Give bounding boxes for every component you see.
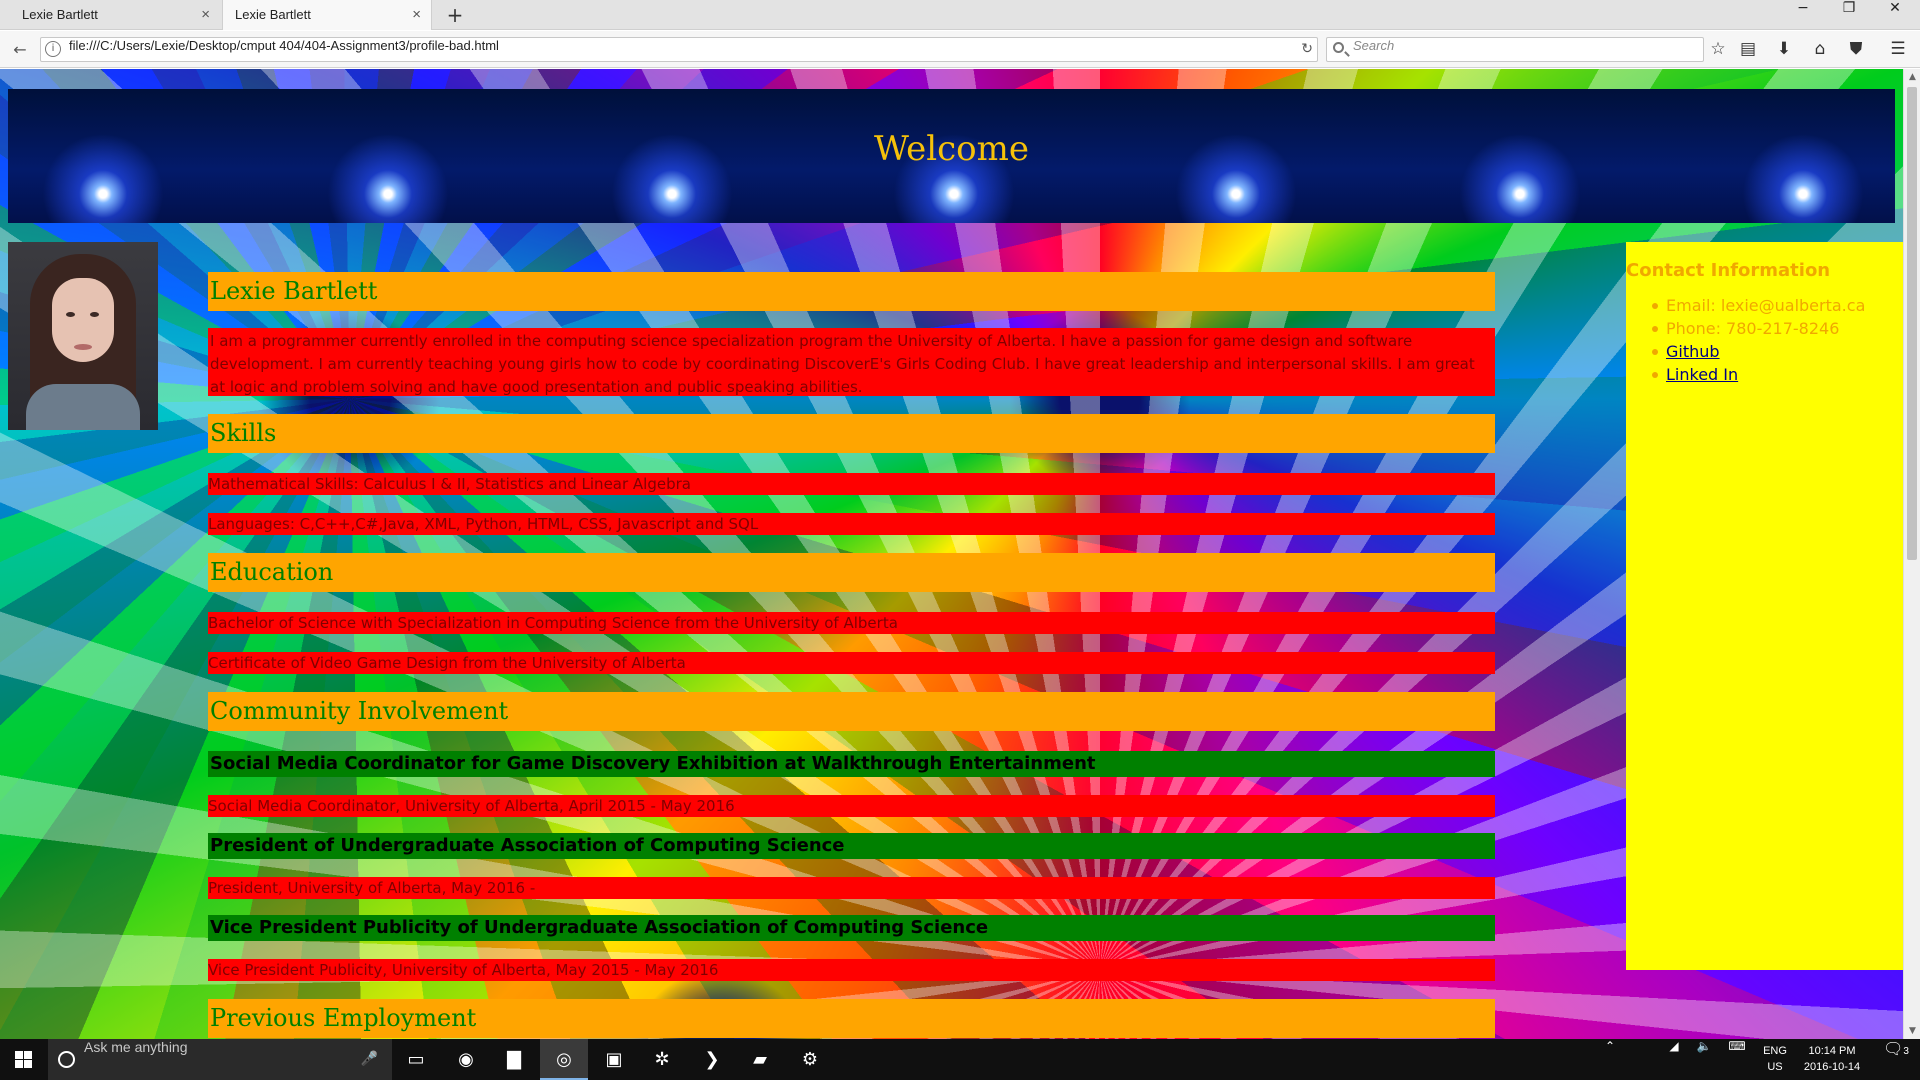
- education-heading: Education: [208, 553, 1495, 592]
- volume-icon[interactable]: 🔈: [1690, 1039, 1718, 1080]
- vertical-scrollbar[interactable]: ▲ ▼: [1903, 69, 1920, 1039]
- bio-paragraph: I am a programmer currently enrolled in …: [208, 328, 1495, 396]
- page-viewport: Welcome Lexie Bartlett I am a programmer…: [0, 69, 1903, 1039]
- file-explorer-icon[interactable]: ▇: [490, 1039, 538, 1080]
- github-link[interactable]: Github: [1666, 342, 1720, 361]
- windows-logo-icon: [15, 1051, 23, 1059]
- job-title: Social Media Coordinator for Game Discov…: [208, 751, 1495, 777]
- url-text[interactable]: file:///C:/Users/Lexie/Desktop/cmput 404…: [69, 38, 499, 53]
- education-item: Bachelor of Science with Specialization …: [208, 612, 1495, 634]
- cortana-placeholder[interactable]: Ask me anything: [84, 1039, 188, 1055]
- community-heading: Community Involvement: [208, 692, 1495, 731]
- app-icon[interactable]: ✲: [638, 1039, 686, 1080]
- notification-count: 3: [1903, 1046, 1909, 1057]
- scroll-thumb[interactable]: [1907, 87, 1917, 560]
- back-arrow-icon[interactable]: ←: [6, 31, 34, 68]
- app-icon[interactable]: ▣: [590, 1039, 638, 1080]
- show-hidden-icons-icon[interactable]: ⌃: [1596, 1039, 1624, 1080]
- profile-main-content: Lexie Bartlett I am a programmer current…: [208, 272, 1495, 1038]
- education-item: Certificate of Video Game Design from th…: [208, 652, 1495, 674]
- job-detail: Social Media Coordinator, University of …: [208, 795, 1495, 817]
- maximize-button[interactable]: ❐: [1826, 0, 1872, 30]
- clock-time: 10:14 PM: [1808, 1045, 1856, 1057]
- microphone-icon[interactable]: 🎤: [361, 1039, 378, 1080]
- search-placeholder[interactable]: Search: [1353, 38, 1394, 53]
- skill-item: Mathematical Skills: Calculus I & II, St…: [208, 473, 1495, 495]
- linkedin-link[interactable]: Linked In: [1666, 365, 1738, 384]
- search-icon: [1333, 42, 1344, 53]
- download-icon[interactable]: ⬇: [1766, 31, 1802, 68]
- contact-linkedin: Linked In: [1651, 363, 1865, 386]
- job-title: Vice President Publicity of Undergraduat…: [208, 915, 1495, 941]
- cortana-icon: [58, 1051, 75, 1068]
- tab-lexie-bartlett-1[interactable]: Lexie Bartlett ×: [10, 0, 220, 30]
- tab-lexie-bartlett-2[interactable]: Lexie Bartlett ×: [222, 0, 432, 30]
- keyboard-icon[interactable]: ⌨: [1720, 1039, 1754, 1080]
- welcome-banner: Welcome: [8, 89, 1895, 223]
- reload-icon[interactable]: ↻: [1301, 38, 1313, 61]
- chrome-icon[interactable]: ◉: [442, 1039, 490, 1080]
- search-bar[interactable]: Search: [1326, 37, 1704, 62]
- network-icon[interactable]: ◢: [1660, 1039, 1688, 1080]
- firefox-icon[interactable]: ◎: [540, 1039, 588, 1080]
- pocket-icon[interactable]: ⛊: [1838, 31, 1874, 68]
- scroll-down-arrow-icon[interactable]: ▼: [1904, 1023, 1920, 1039]
- name-heading: Lexie Bartlett: [208, 272, 1495, 311]
- job-title: President of Undergraduate Association o…: [208, 833, 1495, 859]
- contact-github: Github: [1651, 340, 1865, 363]
- tab-title: Lexie Bartlett: [235, 7, 311, 22]
- close-tab-icon[interactable]: ×: [412, 0, 421, 30]
- home-icon[interactable]: ⌂: [1802, 31, 1838, 68]
- language-indicator[interactable]: ENG US: [1760, 1043, 1790, 1075]
- settings-icon[interactable]: ⚙: [786, 1039, 834, 1080]
- close-window-button[interactable]: ✕: [1872, 0, 1918, 30]
- cortana-search-box[interactable]: Ask me anything 🎤: [48, 1039, 392, 1080]
- menu-icon[interactable]: ☰: [1880, 31, 1916, 68]
- task-view-icon[interactable]: ▭: [392, 1039, 440, 1080]
- employment-heading: Previous Employment: [208, 999, 1495, 1038]
- minimize-button[interactable]: −: [1780, 0, 1826, 30]
- close-tab-icon[interactable]: ×: [201, 0, 210, 30]
- powershell-icon[interactable]: ❯: [688, 1039, 736, 1080]
- taskbar: Ask me anything 🎤 ▭ ◉ ▇ ◎ ▣ ✲ ❯ ▰ ⚙ ⌃ ◢ …: [0, 1039, 1920, 1080]
- tab-title: Lexie Bartlett: [22, 7, 98, 22]
- job-detail: Vice President Publicity, University of …: [208, 959, 1495, 981]
- job-detail: President, University of Alberta, May 20…: [208, 877, 1495, 899]
- clock-date: 2016-10-14: [1803, 1061, 1861, 1073]
- contact-panel: Contact Information Email: lexie@ualbert…: [1626, 242, 1903, 970]
- library-icon[interactable]: ▤: [1730, 31, 1766, 68]
- clock[interactable]: 10:14 PM 2016-10-14: [1792, 1043, 1872, 1075]
- address-bar[interactable]: i file:///C:/Users/Lexie/Desktop/cmput 4…: [40, 37, 1318, 62]
- notepad-icon[interactable]: ▰: [736, 1039, 784, 1080]
- new-tab-button[interactable]: +: [442, 0, 468, 30]
- contact-email: Email: lexie@ualberta.ca: [1651, 296, 1866, 315]
- contact-phone: Phone: 780-217-8246: [1651, 317, 1865, 340]
- page-title: Welcome: [873, 129, 1030, 169]
- skills-heading: Skills: [208, 414, 1495, 453]
- profile-photo: [8, 242, 158, 430]
- scroll-up-arrow-icon[interactable]: ▲: [1904, 69, 1920, 85]
- notifications-icon[interactable]: 🗨3: [1878, 1039, 1914, 1080]
- start-button[interactable]: [0, 1039, 46, 1080]
- skill-item: Languages: C,C++,C#,Java, XML, Python, H…: [208, 513, 1495, 535]
- contact-list: Email: lexie@ualberta.ca Phone: 780-217-…: [1651, 294, 1866, 386]
- tab-bar: Lexie Bartlett × Lexie Bartlett × + − ❐ …: [0, 0, 1920, 30]
- navigation-bar: ← i file:///C:/Users/Lexie/Desktop/cmput…: [0, 31, 1920, 68]
- contact-title: Contact Information: [1626, 260, 1831, 281]
- info-icon[interactable]: i: [45, 41, 61, 57]
